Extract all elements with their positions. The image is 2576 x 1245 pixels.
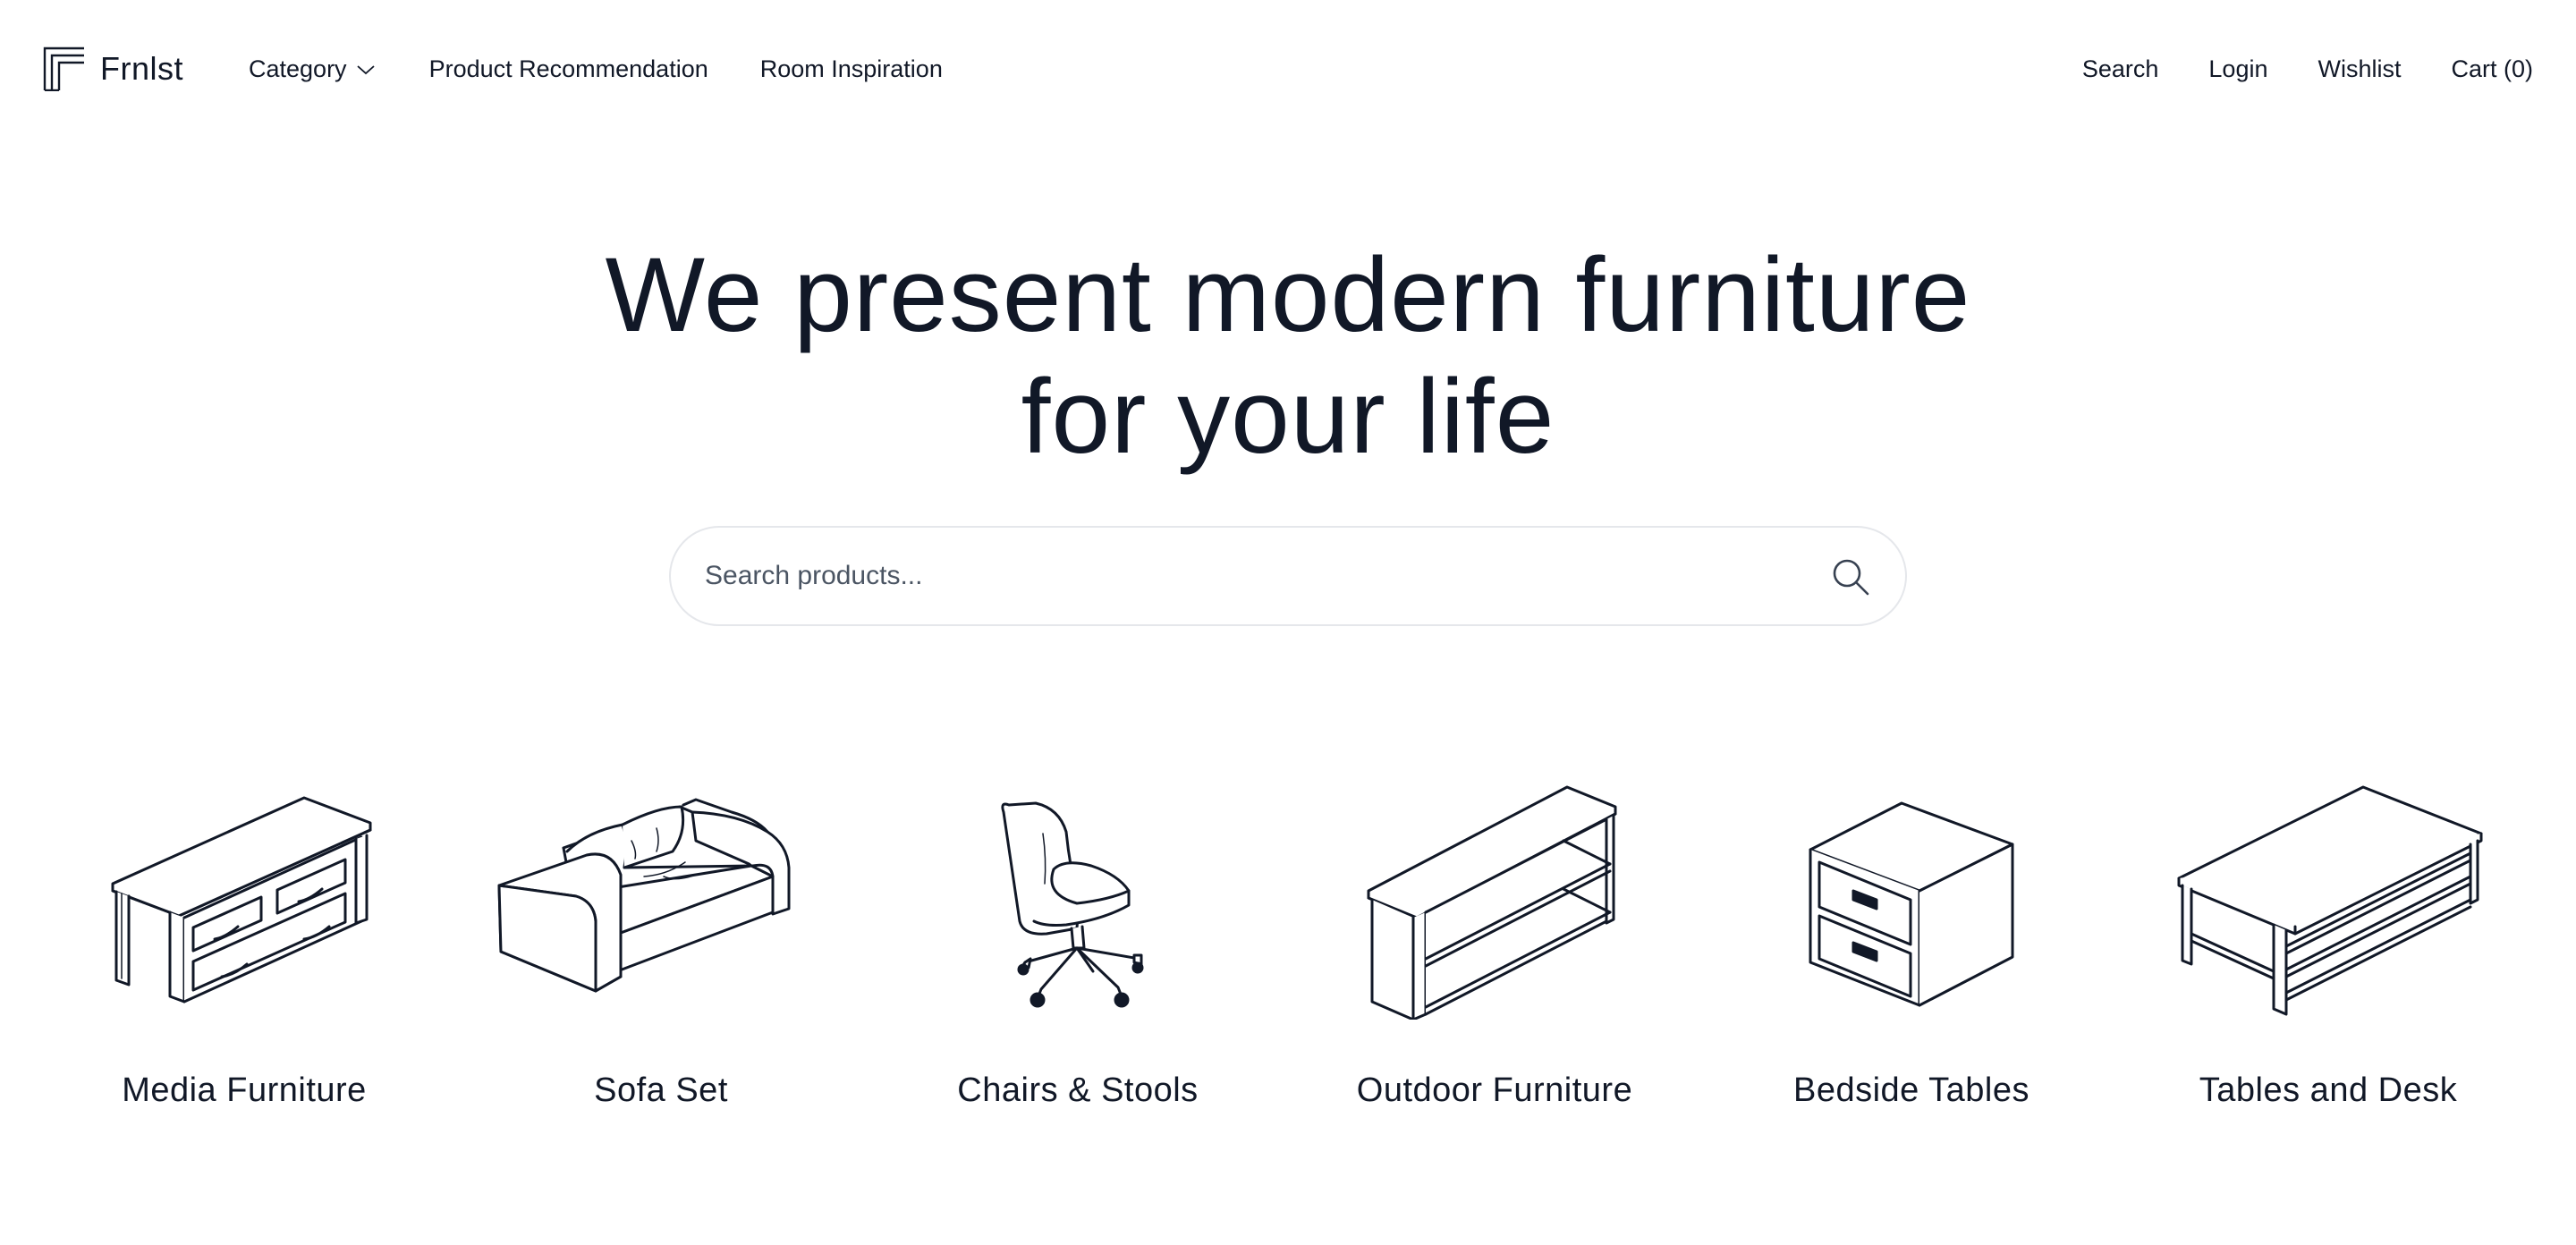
category-label: Tables and Desk — [2199, 1071, 2458, 1109]
category-label: Outdoor Furniture — [1356, 1071, 1633, 1109]
primary-nav: Category Product Recommendation Room Ins… — [249, 55, 943, 83]
product-search-bar — [669, 526, 1907, 626]
hero-title: We present modern furniture for your lif… — [0, 234, 2576, 478]
search-input[interactable] — [705, 528, 1778, 624]
nav-room-inspiration[interactable]: Room Inspiration — [760, 55, 943, 83]
search-button[interactable] — [1830, 556, 1871, 597]
sofa-icon — [453, 769, 869, 1020]
category-grid: Media Furniture Sofa Set Chairs & Stools… — [0, 769, 2576, 1145]
table-icon — [2120, 769, 2537, 1020]
category-card-chairs-stools[interactable]: Chairs & Stools — [869, 769, 1286, 1127]
category-label: Media Furniture — [122, 1071, 367, 1109]
account-nav: Search Login Wishlist Cart (0) — [2082, 55, 2533, 83]
nav-category-label: Category — [249, 55, 347, 82]
brand-name: Frnlst — [100, 50, 183, 87]
nav-wishlist-link[interactable]: Wishlist — [2318, 55, 2401, 83]
category-card-tables-and-desk[interactable]: Tables and Desk — [2120, 769, 2537, 1127]
open-shelf-icon — [1286, 769, 1703, 1020]
top-navigation: Frnlst Category Product Recommendation R… — [0, 0, 2576, 147]
category-label: Chairs & Stools — [957, 1071, 1199, 1109]
nav-login-link[interactable]: Login — [2208, 55, 2267, 83]
category-card-outdoor-furniture[interactable]: Outdoor Furniture — [1286, 769, 1703, 1127]
nav-cart-link[interactable]: Cart (0) — [2451, 55, 2533, 83]
category-card-media-furniture[interactable]: Media Furniture — [36, 769, 453, 1127]
nav-search-link[interactable]: Search — [2082, 55, 2159, 83]
hero-title-line-2: for your life — [1021, 358, 1555, 476]
category-card-bedside-tables[interactable]: Bedside Tables — [1703, 769, 2120, 1127]
hero-title-line-1: We present modern furniture — [605, 236, 1971, 354]
category-label: Bedside Tables — [1792, 1071, 2030, 1109]
office-chair-icon — [869, 769, 1286, 1020]
frnlst-logo-icon — [43, 47, 86, 91]
chevron-down-icon — [356, 64, 376, 76]
nav-product-recommendation[interactable]: Product Recommendation — [429, 55, 708, 83]
nav-category-dropdown[interactable]: Category — [249, 55, 376, 83]
category-label: Sofa Set — [594, 1071, 728, 1109]
media-furniture-icon — [36, 769, 453, 1020]
category-card-sofa-set[interactable]: Sofa Set — [453, 769, 869, 1127]
search-icon — [1830, 556, 1871, 597]
brand-logo[interactable]: Frnlst — [43, 47, 183, 91]
nightstand-icon — [1703, 769, 2120, 1020]
